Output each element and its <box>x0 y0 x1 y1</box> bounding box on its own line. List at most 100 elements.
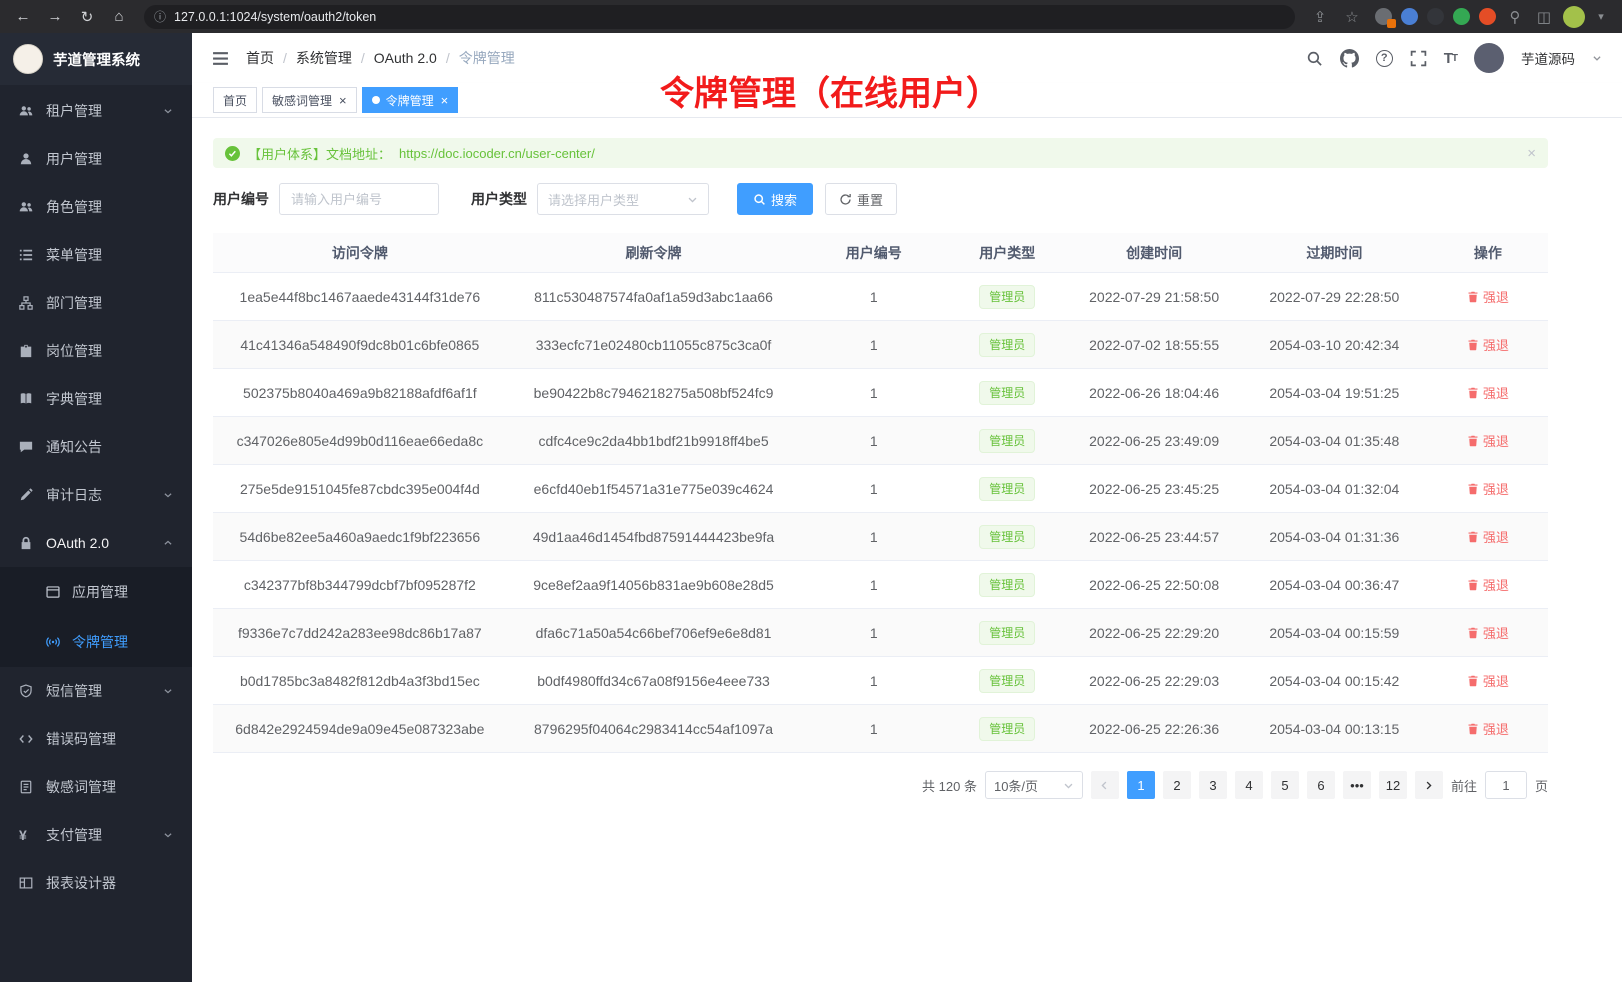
sidebar-item-role[interactable]: 角色管理 <box>0 183 192 231</box>
pagination-page-3[interactable]: 3 <box>1199 771 1227 799</box>
pagination-ellipsis[interactable]: ••• <box>1343 771 1371 799</box>
user-id-cell: 1 <box>800 289 947 305</box>
collapse-menu-icon[interactable] <box>212 51 229 66</box>
extension-icon[interactable] <box>1479 8 1496 25</box>
force-logout-button[interactable]: 强退 <box>1467 383 1509 402</box>
chevron-down-icon <box>1063 780 1074 791</box>
force-logout-button[interactable]: 强退 <box>1467 575 1509 594</box>
page-size-select[interactable]: 10条/页 <box>985 771 1083 799</box>
action-cell: 强退 <box>1428 287 1548 306</box>
help-icon[interactable]: ? <box>1376 50 1393 67</box>
pagination-page-6[interactable]: 6 <box>1307 771 1335 799</box>
pagination-page-2[interactable]: 2 <box>1163 771 1191 799</box>
user-avatar[interactable] <box>1474 43 1504 73</box>
next-page-button[interactable] <box>1415 771 1443 799</box>
force-logout-button[interactable]: 强退 <box>1467 287 1509 306</box>
browser-menu-caret-icon[interactable]: ▾ <box>1594 4 1608 30</box>
breadcrumb-item[interactable]: 系统管理 <box>296 48 352 68</box>
sidebar-item-oauth2[interactable]: OAuth 2.0 <box>0 519 192 567</box>
close-icon[interactable]: × <box>441 94 449 107</box>
force-logout-button[interactable]: 强退 <box>1467 527 1509 546</box>
sidebar-item-menu[interactable]: 菜单管理 <box>0 231 192 279</box>
banner-text: 【用户体系】文档地址： <box>248 144 391 163</box>
site-info-icon[interactable]: ⓘ <box>154 8 166 25</box>
search-button[interactable]: 搜索 <box>737 183 813 215</box>
sidebar-item-errcode[interactable]: 错误码管理 <box>0 715 192 763</box>
tab-home[interactable]: 首页 <box>213 87 257 113</box>
forward-icon[interactable]: → <box>42 4 68 30</box>
extension-icon[interactable] <box>1427 8 1444 25</box>
user-type-badge: 管理员 <box>979 333 1035 357</box>
user-id-input[interactable] <box>279 183 439 215</box>
sidebar-item-dept[interactable]: 部门管理 <box>0 279 192 327</box>
expire-time-cell: 2022-07-29 22:28:50 <box>1241 289 1428 305</box>
tab-sensitive[interactable]: 敏感词管理× <box>262 87 357 113</box>
breadcrumb-item[interactable]: OAuth 2.0 <box>374 50 437 66</box>
success-check-icon <box>225 146 240 161</box>
github-icon[interactable] <box>1340 49 1359 68</box>
search-icon[interactable] <box>1306 50 1323 67</box>
user-type-placeholder: 请选择用户类型 <box>548 190 639 209</box>
app-logo[interactable]: 芋道管理系统 <box>0 33 192 85</box>
created-time-cell: 2022-06-25 23:44:57 <box>1067 529 1241 545</box>
expire-time-cell: 2054-03-04 19:51:25 <box>1241 385 1428 401</box>
pin-icon[interactable]: ⚲ <box>1505 4 1525 30</box>
sidebar-item-report[interactable]: 报表设计器 <box>0 859 192 907</box>
extension-icon[interactable] <box>1401 8 1418 25</box>
sidebar-item-user[interactable]: 用户管理 <box>0 135 192 183</box>
extension-icon[interactable] <box>1453 8 1470 25</box>
user-type-select[interactable]: 请选择用户类型 <box>537 183 709 215</box>
pagination-page-5[interactable]: 5 <box>1271 771 1299 799</box>
font-size-icon[interactable]: TT <box>1444 50 1457 67</box>
sidebar-item-sms[interactable]: 短信管理 <box>0 667 192 715</box>
extension-icon[interactable] <box>1375 8 1392 25</box>
user-type-badge: 管理员 <box>979 477 1035 501</box>
prev-page-button[interactable] <box>1091 771 1119 799</box>
user-name[interactable]: 芋道源码 <box>1521 48 1575 68</box>
force-logout-button[interactable]: 强退 <box>1467 431 1509 450</box>
sidebar-item-audit[interactable]: 审计日志 <box>0 471 192 519</box>
home-icon[interactable]: ⌂ <box>106 4 132 30</box>
back-icon[interactable]: ← <box>10 4 36 30</box>
breadcrumb-item[interactable]: 首页 <box>246 48 274 68</box>
sidebar-item-tenant[interactable]: 租户管理 <box>0 87 192 135</box>
tab-token[interactable]: 令牌管理× <box>362 87 459 113</box>
force-logout-button[interactable]: 强退 <box>1467 479 1509 498</box>
pagination-page-1[interactable]: 1 <box>1127 771 1155 799</box>
force-logout-button[interactable]: 强退 <box>1467 719 1509 738</box>
close-icon[interactable]: × <box>1527 145 1536 162</box>
sidebar-item-app[interactable]: 应用管理 <box>0 567 192 617</box>
reload-icon[interactable]: ↻ <box>74 4 100 30</box>
reset-button[interactable]: 重置 <box>825 183 897 215</box>
share-icon[interactable]: ⇪ <box>1307 4 1333 30</box>
sidebar-item-pay[interactable]: ¥支付管理 <box>0 811 192 859</box>
side-panel-icon[interactable]: ◫ <box>1534 4 1554 30</box>
logo-avatar <box>13 44 43 74</box>
sidebar-item-token[interactable]: 令牌管理 <box>0 617 192 667</box>
bookmark-star-icon[interactable]: ☆ <box>1339 4 1365 30</box>
chevron-down-icon <box>163 106 173 116</box>
close-icon[interactable]: × <box>339 94 347 107</box>
user-id-cell: 1 <box>800 481 947 497</box>
url-bar[interactable]: ⓘ 127.0.0.1:1024/system/oauth2/token <box>144 5 1295 29</box>
refresh-token-cell: 811c530487574fa0af1a59d3abc1aa66 <box>507 289 801 305</box>
force-logout-button[interactable]: 强退 <box>1467 335 1509 354</box>
sidebar-item-notice[interactable]: 通知公告 <box>0 423 192 471</box>
user-id-cell: 1 <box>800 433 947 449</box>
sidebar-item-dict[interactable]: 字典管理 <box>0 375 192 423</box>
fullscreen-icon[interactable] <box>1410 50 1427 67</box>
sidebar-item-sensitive[interactable]: 敏感词管理 <box>0 763 192 811</box>
goto-page-input[interactable] <box>1485 771 1527 799</box>
expire-time-cell: 2054-03-04 00:15:59 <box>1241 625 1428 641</box>
access-token-cell: b0d1785bc3a8482f812db4a3f3bd15ec <box>213 673 507 689</box>
breadcrumb-item: 令牌管理 <box>459 48 515 68</box>
chevron-down-icon[interactable] <box>1592 53 1602 63</box>
banner-doc-link[interactable]: https://doc.iocoder.cn/user-center/ <box>399 146 595 161</box>
sidebar-item-post[interactable]: 岗位管理 <box>0 327 192 375</box>
url-text[interactable]: 127.0.0.1:1024/system/oauth2/token <box>174 10 376 24</box>
force-logout-button[interactable]: 强退 <box>1467 623 1509 642</box>
pagination-page-12[interactable]: 12 <box>1379 771 1407 799</box>
browser-profile-avatar[interactable] <box>1563 6 1585 28</box>
pagination-page-4[interactable]: 4 <box>1235 771 1263 799</box>
force-logout-button[interactable]: 强退 <box>1467 671 1509 690</box>
